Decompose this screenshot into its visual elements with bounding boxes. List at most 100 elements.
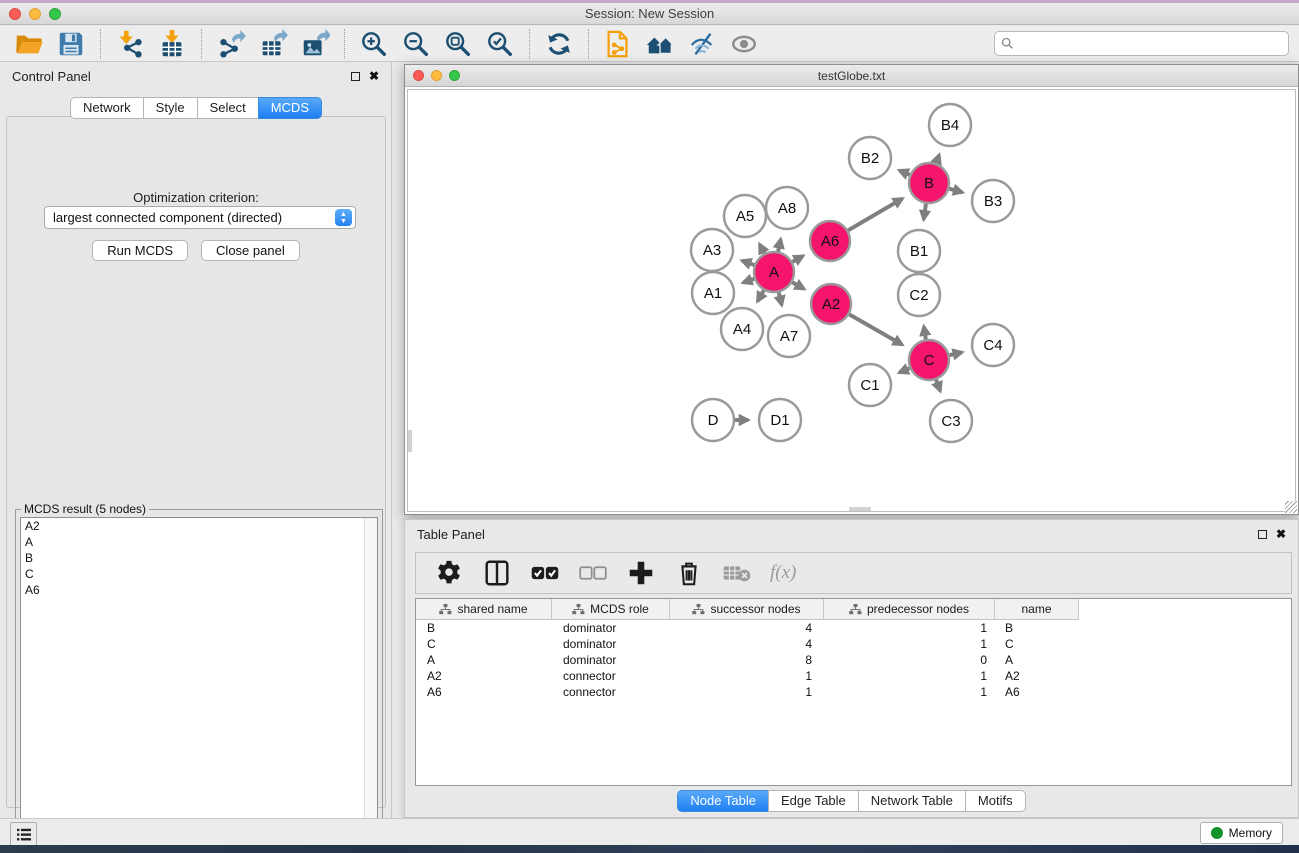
search-input[interactable] <box>1019 37 1282 51</box>
task-history-button[interactable] <box>10 822 37 847</box>
table-cell[interactable]: dominator <box>552 620 670 636</box>
graph-node-D[interactable]: D <box>692 399 734 441</box>
column-header-MCDS-role[interactable]: MCDS role <box>552 599 670 619</box>
resize-grip-icon[interactable] <box>1285 501 1297 513</box>
graph-edge-C-C4[interactable] <box>949 352 961 355</box>
table-cell[interactable]: C <box>995 636 1079 652</box>
graph-node-A8[interactable]: A8 <box>766 187 808 229</box>
graph-edge-A-A1[interactable] <box>743 279 754 283</box>
table-row[interactable]: A6connector11A6 <box>416 684 1079 700</box>
graph-edge-B-B1[interactable] <box>924 204 926 220</box>
select-all-icon[interactable] <box>530 558 560 588</box>
graph-node-C2[interactable]: C2 <box>898 274 940 316</box>
zoom-fit-icon[interactable] <box>443 29 473 59</box>
graph-node-B[interactable]: B <box>909 163 949 203</box>
zoom-out-icon[interactable] <box>401 29 431 59</box>
table-cell[interactable]: 1 <box>824 636 995 652</box>
table-row[interactable]: Adominator80A <box>416 652 1079 668</box>
graph-edge-A6-B[interactable] <box>848 199 902 231</box>
graph-node-B3[interactable]: B3 <box>972 180 1014 222</box>
close-window-button[interactable] <box>9 8 21 20</box>
graph-node-B4[interactable]: B4 <box>929 104 971 146</box>
graph-edge-A2-C[interactable] <box>849 314 902 344</box>
mcds-result-item[interactable]: A6 <box>21 582 377 598</box>
result-scrollbar[interactable] <box>364 518 377 843</box>
float-panel-icon[interactable] <box>351 72 360 81</box>
mcds-result-item[interactable]: C <box>21 566 377 582</box>
home-views-icon[interactable] <box>645 29 675 59</box>
graph-edge-B-B3[interactable] <box>949 189 962 193</box>
graph-node-A3[interactable]: A3 <box>691 229 733 271</box>
table-row[interactable]: Bdominator41B <box>416 620 1079 636</box>
table-cell[interactable]: 1 <box>824 684 995 700</box>
import-table-icon[interactable] <box>157 29 187 59</box>
tab-edge-table[interactable]: Edge Table <box>768 790 859 812</box>
table-cell[interactable]: 1 <box>824 620 995 636</box>
network-maximize-button[interactable] <box>449 70 460 81</box>
table-cell[interactable]: 0 <box>824 652 995 668</box>
graph-node-A6[interactable]: A6 <box>810 221 850 261</box>
graph-edge-A-A4[interactable] <box>758 290 764 301</box>
hide-details-icon[interactable] <box>687 29 717 59</box>
import-network-icon[interactable] <box>115 29 145 59</box>
zoom-selected-icon[interactable] <box>485 29 515 59</box>
network-close-button[interactable] <box>413 70 424 81</box>
settings-gear-icon[interactable] <box>434 558 464 588</box>
graph-edge-A-A6[interactable] <box>792 256 803 262</box>
graph-node-A4[interactable]: A4 <box>721 308 763 350</box>
tab-select[interactable]: Select <box>197 97 259 119</box>
tab-network-table[interactable]: Network Table <box>858 790 966 812</box>
table-cell[interactable]: A <box>416 652 552 668</box>
tab-motifs[interactable]: Motifs <box>965 790 1026 812</box>
table-cell[interactable]: A6 <box>995 684 1079 700</box>
table-cell[interactable]: C <box>416 636 552 652</box>
table-cell[interactable]: A2 <box>995 668 1079 684</box>
vertical-scroll-indicator[interactable] <box>408 430 412 452</box>
add-column-icon[interactable] <box>626 558 656 588</box>
table-cell[interactable]: 8 <box>670 652 824 668</box>
table-cell[interactable]: connector <box>552 684 670 700</box>
graph-edge-C-C2[interactable] <box>924 327 926 340</box>
split-columns-icon[interactable] <box>482 558 512 588</box>
node-table[interactable]: shared nameMCDS rolesuccessor nodesprede… <box>415 598 1292 786</box>
table-cell[interactable]: dominator <box>552 652 670 668</box>
table-cell[interactable]: connector <box>552 668 670 684</box>
table-row[interactable]: Cdominator41C <box>416 636 1079 652</box>
graph-node-C4[interactable]: C4 <box>972 324 1014 366</box>
graph-node-B1[interactable]: B1 <box>898 230 940 272</box>
maximize-window-button[interactable] <box>49 8 61 20</box>
close-panel-button[interactable]: Close panel <box>201 240 300 261</box>
table-cell[interactable]: B <box>995 620 1079 636</box>
graph-node-C3[interactable]: C3 <box>930 400 972 442</box>
graph-node-B2[interactable]: B2 <box>849 137 891 179</box>
graph-edge-C-C1[interactable] <box>899 368 909 372</box>
graph-edge-A-A8[interactable] <box>778 239 780 251</box>
table-cell[interactable]: A2 <box>416 668 552 684</box>
optimization-criterion-dropdown[interactable]: largest connected component (directed) ▲… <box>44 206 356 229</box>
delete-table-icon[interactable] <box>722 558 752 588</box>
zoom-in-icon[interactable] <box>359 29 389 59</box>
float-panel-icon[interactable] <box>1258 530 1267 539</box>
save-session-icon[interactable] <box>56 29 86 59</box>
graph-edge-A-A2[interactable] <box>792 282 804 289</box>
column-header-shared-name[interactable]: shared name <box>416 599 552 619</box>
refresh-layout-icon[interactable] <box>544 29 574 59</box>
tab-network[interactable]: Network <box>70 97 144 119</box>
table-row[interactable]: A2connector11A2 <box>416 668 1079 684</box>
column-header-predecessor-nodes[interactable]: predecessor nodes <box>824 599 995 619</box>
export-network-icon[interactable] <box>216 29 246 59</box>
run-mcds-button[interactable]: Run MCDS <box>92 240 188 261</box>
table-cell[interactable]: A <box>995 652 1079 668</box>
delete-column-icon[interactable] <box>674 558 704 588</box>
mcds-result-item[interactable]: A <box>21 534 377 550</box>
table-cell[interactable]: B <box>416 620 552 636</box>
graph-node-A2[interactable]: A2 <box>811 284 851 324</box>
table-cell[interactable]: A6 <box>416 684 552 700</box>
function-builder-icon[interactable]: f(x) <box>770 562 796 584</box>
export-image-icon[interactable] <box>300 29 330 59</box>
table-cell[interactable]: 1 <box>670 668 824 684</box>
table-cell[interactable]: dominator <box>552 636 670 652</box>
graph-node-C1[interactable]: C1 <box>849 364 891 406</box>
open-session-icon[interactable] <box>14 29 44 59</box>
close-panel-icon[interactable]: ✖ <box>1276 530 1286 539</box>
